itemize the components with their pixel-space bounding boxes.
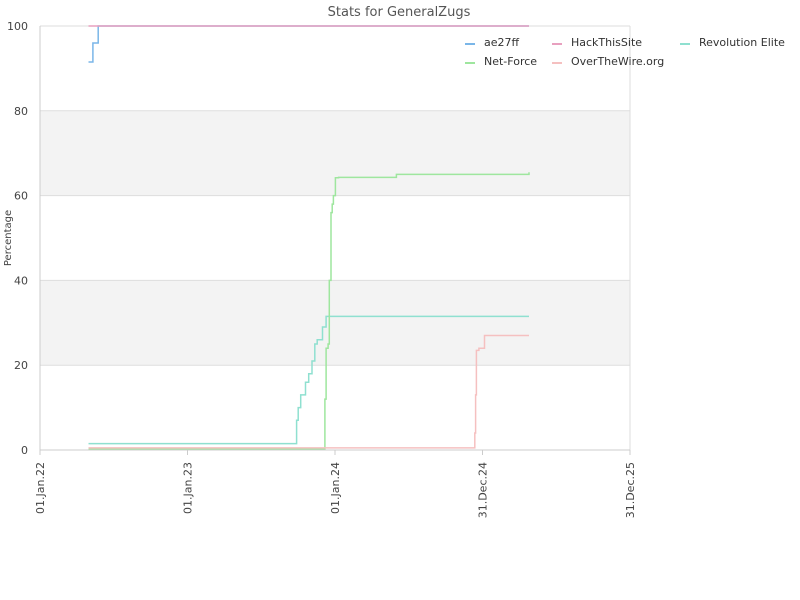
background-band [40, 280, 630, 366]
y-tick-label: 20 [14, 359, 28, 372]
axes [39, 26, 631, 451]
y-axis-label: Percentage [3, 210, 14, 266]
series-lines [88, 25, 530, 450]
legend-label: HackThisSite [571, 36, 642, 49]
y-tick-label: 40 [14, 274, 28, 287]
y-tick-label: 80 [14, 105, 28, 118]
x-tick-label: 31.Dec.24 [477, 462, 490, 518]
y-tick-label: 0 [21, 444, 28, 457]
legend-label: ae27ff [484, 36, 520, 49]
series-line [88, 25, 529, 63]
x-tick-label: 01.Jan.24 [329, 462, 342, 514]
x-tick-label: 31.Dec.25 [624, 462, 637, 518]
x-tick-label: 01.Jan.22 [34, 462, 47, 514]
y-tick-label: 100 [7, 20, 28, 33]
legend-label: Net-Force [484, 55, 537, 68]
legend: ae27ff HackThisSite Revolution Elite Net-Fo… [465, 36, 785, 68]
line-chart: Stats for GeneralZugs Percentage 0 20 40 60… [3, 5, 785, 518]
y-tick-label: 60 [14, 190, 28, 203]
x-tick-label: 01.Jan.23 [182, 462, 195, 514]
x-tick-labels: 01.Jan.22 01.Jan.23 01.Jan.24 31.Dec.24 31.D… [34, 450, 637, 518]
legend-label: OverTheWire.org [571, 55, 664, 68]
grid-lines [40, 25, 630, 451]
legend-label: Revolution Elite [699, 36, 785, 49]
background-bands [40, 110, 630, 366]
chart-title: Stats for GeneralZugs [328, 5, 471, 20]
